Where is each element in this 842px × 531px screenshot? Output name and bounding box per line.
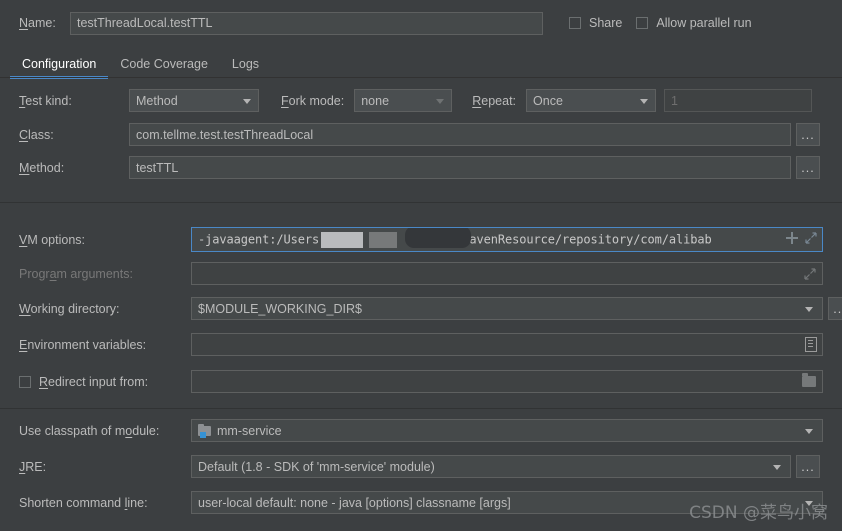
classpath-module-label: Use classpath of module: — [19, 423, 160, 438]
environment-variables-label: Environment variables: — [19, 337, 147, 352]
chevron-down-icon — [436, 98, 445, 104]
allow-parallel-run-checkbox-group[interactable]: Allow parallel run — [636, 16, 752, 30]
shorten-command-line-row: Shorten command line: user-local default… — [19, 491, 823, 514]
repeat-value: Once — [533, 93, 563, 108]
module-badge — [200, 431, 206, 438]
allow-parallel-run-label: Allow parallel run — [656, 16, 752, 30]
working-directory-input[interactable]: $MODULE_WORKING_DIR$ — [191, 297, 823, 320]
list-edit-icon[interactable] — [805, 336, 817, 352]
class-input[interactable]: com.tellme.test.testThreadLocal — [129, 123, 791, 146]
module-folder-icon — [198, 423, 212, 438]
name-input-value: testThreadLocal.testTTL — [77, 16, 213, 30]
shorten-command-line-value: user-local default: none - java [options… — [198, 495, 511, 510]
tab-code-coverage[interactable]: Code Coverage — [108, 51, 220, 78]
jre-value: Default (1.8 - SDK of 'mm-service' modul… — [198, 459, 435, 474]
tab-bar: Configuration Code Coverage Logs — [0, 48, 842, 79]
vm-options-icons — [786, 231, 817, 244]
fork-mode-value: none — [361, 93, 390, 108]
working-directory-browse-button[interactable]: ... — [828, 297, 842, 320]
vm-options-value: -javaagent:/Users/mavenResource/reposito… — [198, 228, 712, 248]
method-label: Method: — [19, 160, 65, 175]
fork-mode-label: Fork mode: — [281, 93, 345, 108]
method-row: Method: testTTL ... — [19, 156, 820, 179]
share-checkbox[interactable] — [569, 17, 581, 29]
ellipsis-browse-icon: ... — [801, 127, 815, 142]
tab-configuration[interactable]: Configuration — [10, 51, 109, 79]
tab-logs[interactable]: Logs — [220, 51, 271, 78]
name-input[interactable]: testThreadLocal.testTTL — [70, 11, 543, 35]
jre-row: JRE: Default (1.8 - SDK of 'mm-service' … — [19, 455, 820, 478]
chevron-down-icon[interactable] — [773, 464, 781, 470]
working-directory-row: Working directory: $MODULE_WORKING_DIR$ … — [19, 297, 842, 320]
repeat-count-value: 1 — [671, 93, 678, 108]
test-kind-value: Method — [136, 93, 178, 108]
configuration-form: Test kind: Method Fork mode: none Repeat… — [0, 78, 842, 531]
class-row: Class: com.tellme.test.testThreadLocal .… — [19, 123, 820, 146]
redirect-input-row: Redirect input from: — [19, 370, 823, 393]
redirect-input-label-group: Redirect input from: — [19, 375, 191, 389]
classpath-module-row: Use classpath of module: mm-service — [19, 419, 823, 442]
method-input[interactable]: testTTL — [129, 156, 791, 179]
environment-variables-input[interactable] — [191, 333, 823, 356]
ellipsis-browse-icon: ... — [801, 160, 815, 175]
redirect-input-field[interactable] — [191, 370, 823, 393]
run-configuration-dialog: Name: testThreadLocal.testTTL Share Allo… — [0, 0, 842, 531]
chevron-down-icon[interactable] — [805, 500, 813, 506]
class-browse-button[interactable]: ... — [796, 123, 820, 146]
redirect-input-label: Redirect input from: — [39, 374, 149, 389]
folder-icon[interactable] — [802, 372, 816, 387]
allow-parallel-run-checkbox[interactable] — [636, 17, 649, 29]
shorten-command-line-combo[interactable]: user-local default: none - java [options… — [191, 491, 823, 514]
classpath-module-value: mm-service — [217, 423, 282, 438]
redaction-block-1 — [321, 231, 364, 248]
repeat-count-input[interactable]: 1 — [664, 89, 813, 112]
redaction-block-2 — [369, 231, 398, 248]
name-row: Name: testThreadLocal.testTTL Share Allo… — [0, 8, 842, 38]
vm-options-label: VM options: — [19, 232, 86, 247]
name-label: Name: — [19, 16, 56, 30]
test-kind-label: Test kind: — [19, 93, 72, 108]
jre-label: JRE: — [19, 459, 47, 474]
chevron-down-icon — [243, 98, 251, 104]
redirect-input-checkbox[interactable] — [19, 375, 31, 388]
chevron-down-icon[interactable] — [805, 306, 813, 312]
chevron-down-icon — [640, 98, 649, 104]
class-value: com.tellme.test.testThreadLocal — [136, 127, 314, 142]
redaction-blob — [405, 228, 472, 248]
fork-mode-combo[interactable]: none — [354, 89, 453, 112]
program-arguments-input[interactable] — [191, 262, 823, 285]
test-kind-combo[interactable]: Method — [129, 89, 259, 112]
working-directory-label: Working directory: — [19, 301, 120, 316]
chevron-down-icon[interactable] — [805, 428, 813, 434]
program-arguments-label: Program arguments: — [19, 266, 133, 281]
method-value: testTTL — [136, 160, 179, 175]
plus-icon[interactable] — [786, 231, 798, 244]
environment-variables-row: Environment variables: — [19, 333, 823, 356]
vm-options-input[interactable]: -javaagent:/Users/mavenResource/reposito… — [191, 227, 823, 252]
repeat-label: Repeat: — [472, 93, 517, 108]
test-kind-row: Test kind: Method Fork mode: none Repeat… — [19, 89, 813, 112]
ellipsis-browse-icon: ... — [801, 459, 815, 474]
shorten-command-line-label: Shorten command line: — [19, 495, 148, 510]
ellipsis-browse-icon: ... — [833, 301, 842, 316]
class-label: Class: — [19, 127, 54, 142]
repeat-combo[interactable]: Once — [526, 89, 657, 112]
section-divider-1 — [0, 202, 842, 203]
vm-options-row: VM options: -javaagent:/Users/mavenResou… — [19, 227, 823, 252]
jre-browse-button[interactable]: ... — [796, 455, 820, 478]
classpath-module-combo[interactable]: mm-service — [191, 419, 823, 442]
working-directory-value: $MODULE_WORKING_DIR$ — [198, 301, 362, 316]
section-divider-2 — [0, 408, 842, 409]
share-label: Share — [589, 16, 623, 30]
expand-icon[interactable] — [805, 231, 817, 244]
expand-icon[interactable] — [804, 267, 816, 280]
program-arguments-row: Program arguments: — [19, 262, 823, 285]
share-checkbox-group[interactable]: Share — [569, 16, 622, 30]
jre-combo[interactable]: Default (1.8 - SDK of 'mm-service' modul… — [191, 455, 791, 478]
method-browse-button[interactable]: ... — [796, 156, 820, 179]
